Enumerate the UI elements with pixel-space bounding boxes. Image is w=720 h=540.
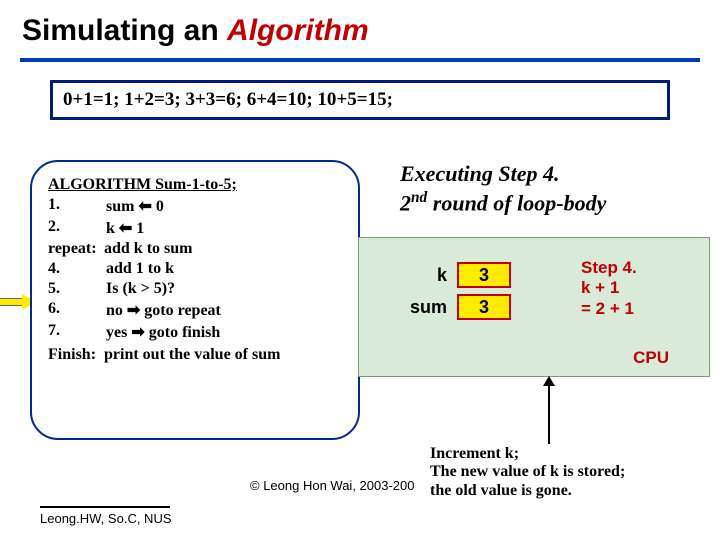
algorithm-header: ALGORITHM Sum-1-to-5;	[48, 176, 348, 194]
execution-title: Executing Step 4. 2nd round of loop-body	[400, 160, 700, 216]
exec-line2: 2nd round of loop-body	[400, 188, 700, 217]
cpu-box: k 3 sum 3 Step 4. k + 1 = 2 + 1 CPU	[358, 237, 710, 377]
algo-line-1: 1.sum ⬅ 0	[48, 196, 348, 216]
cpu-arrow-icon	[548, 378, 550, 444]
algo-line-repeat: repeat:add k to sum	[48, 240, 348, 258]
var-row-k: k 3	[393, 262, 511, 288]
algo-line-2: 2.k ⬅ 1	[48, 218, 348, 238]
var-cell-k: 3	[457, 262, 511, 288]
sums-text: 0+1=1; 1+2=3; 3+3=6; 6+4=10; 10+5=15;	[63, 89, 393, 110]
algo-line-7: 7. yes ➡ goto finish	[48, 322, 348, 342]
var-row-sum: sum 3	[393, 294, 511, 320]
algo-line-5: 5.Is (k > 5)?	[48, 280, 348, 298]
slide-title: Simulating an Algorithm	[0, 0, 720, 54]
footer-author: Leong.HW, So.C, NUS	[40, 511, 172, 526]
copyright-text: © Leong Hon Wai, 2003-200	[250, 478, 414, 493]
step-note: Step 4. k + 1 = 2 + 1	[581, 258, 691, 319]
algo-line-4: 4.add 1 to k	[48, 260, 348, 278]
algo-line-6: 6. no ➡ goto repeat	[48, 300, 348, 320]
title-underline	[20, 58, 700, 62]
increment-note: Increment k; The new value of k is store…	[430, 445, 700, 500]
var-label-sum: sum	[393, 297, 447, 318]
variable-grid: k 3 sum 3	[393, 262, 511, 326]
title-text-emphasis: Algorithm	[227, 14, 369, 47]
footer-divider	[40, 506, 170, 508]
algorithm-panel: ALGORITHM Sum-1-to-5; 1.sum ⬅ 0 2.k ⬅ 1 …	[30, 160, 360, 440]
sums-box: 0+1=1; 1+2=3; 3+3=6; 6+4=10; 10+5=15;	[50, 80, 670, 120]
cpu-label: CPU	[633, 348, 669, 368]
var-cell-sum: 3	[457, 294, 511, 320]
var-label-k: k	[393, 265, 447, 286]
exec-line1: Executing Step 4.	[400, 160, 700, 188]
algo-line-finish: Finish:print out the value of sum	[48, 346, 348, 364]
title-text-plain: Simulating an	[22, 14, 227, 47]
